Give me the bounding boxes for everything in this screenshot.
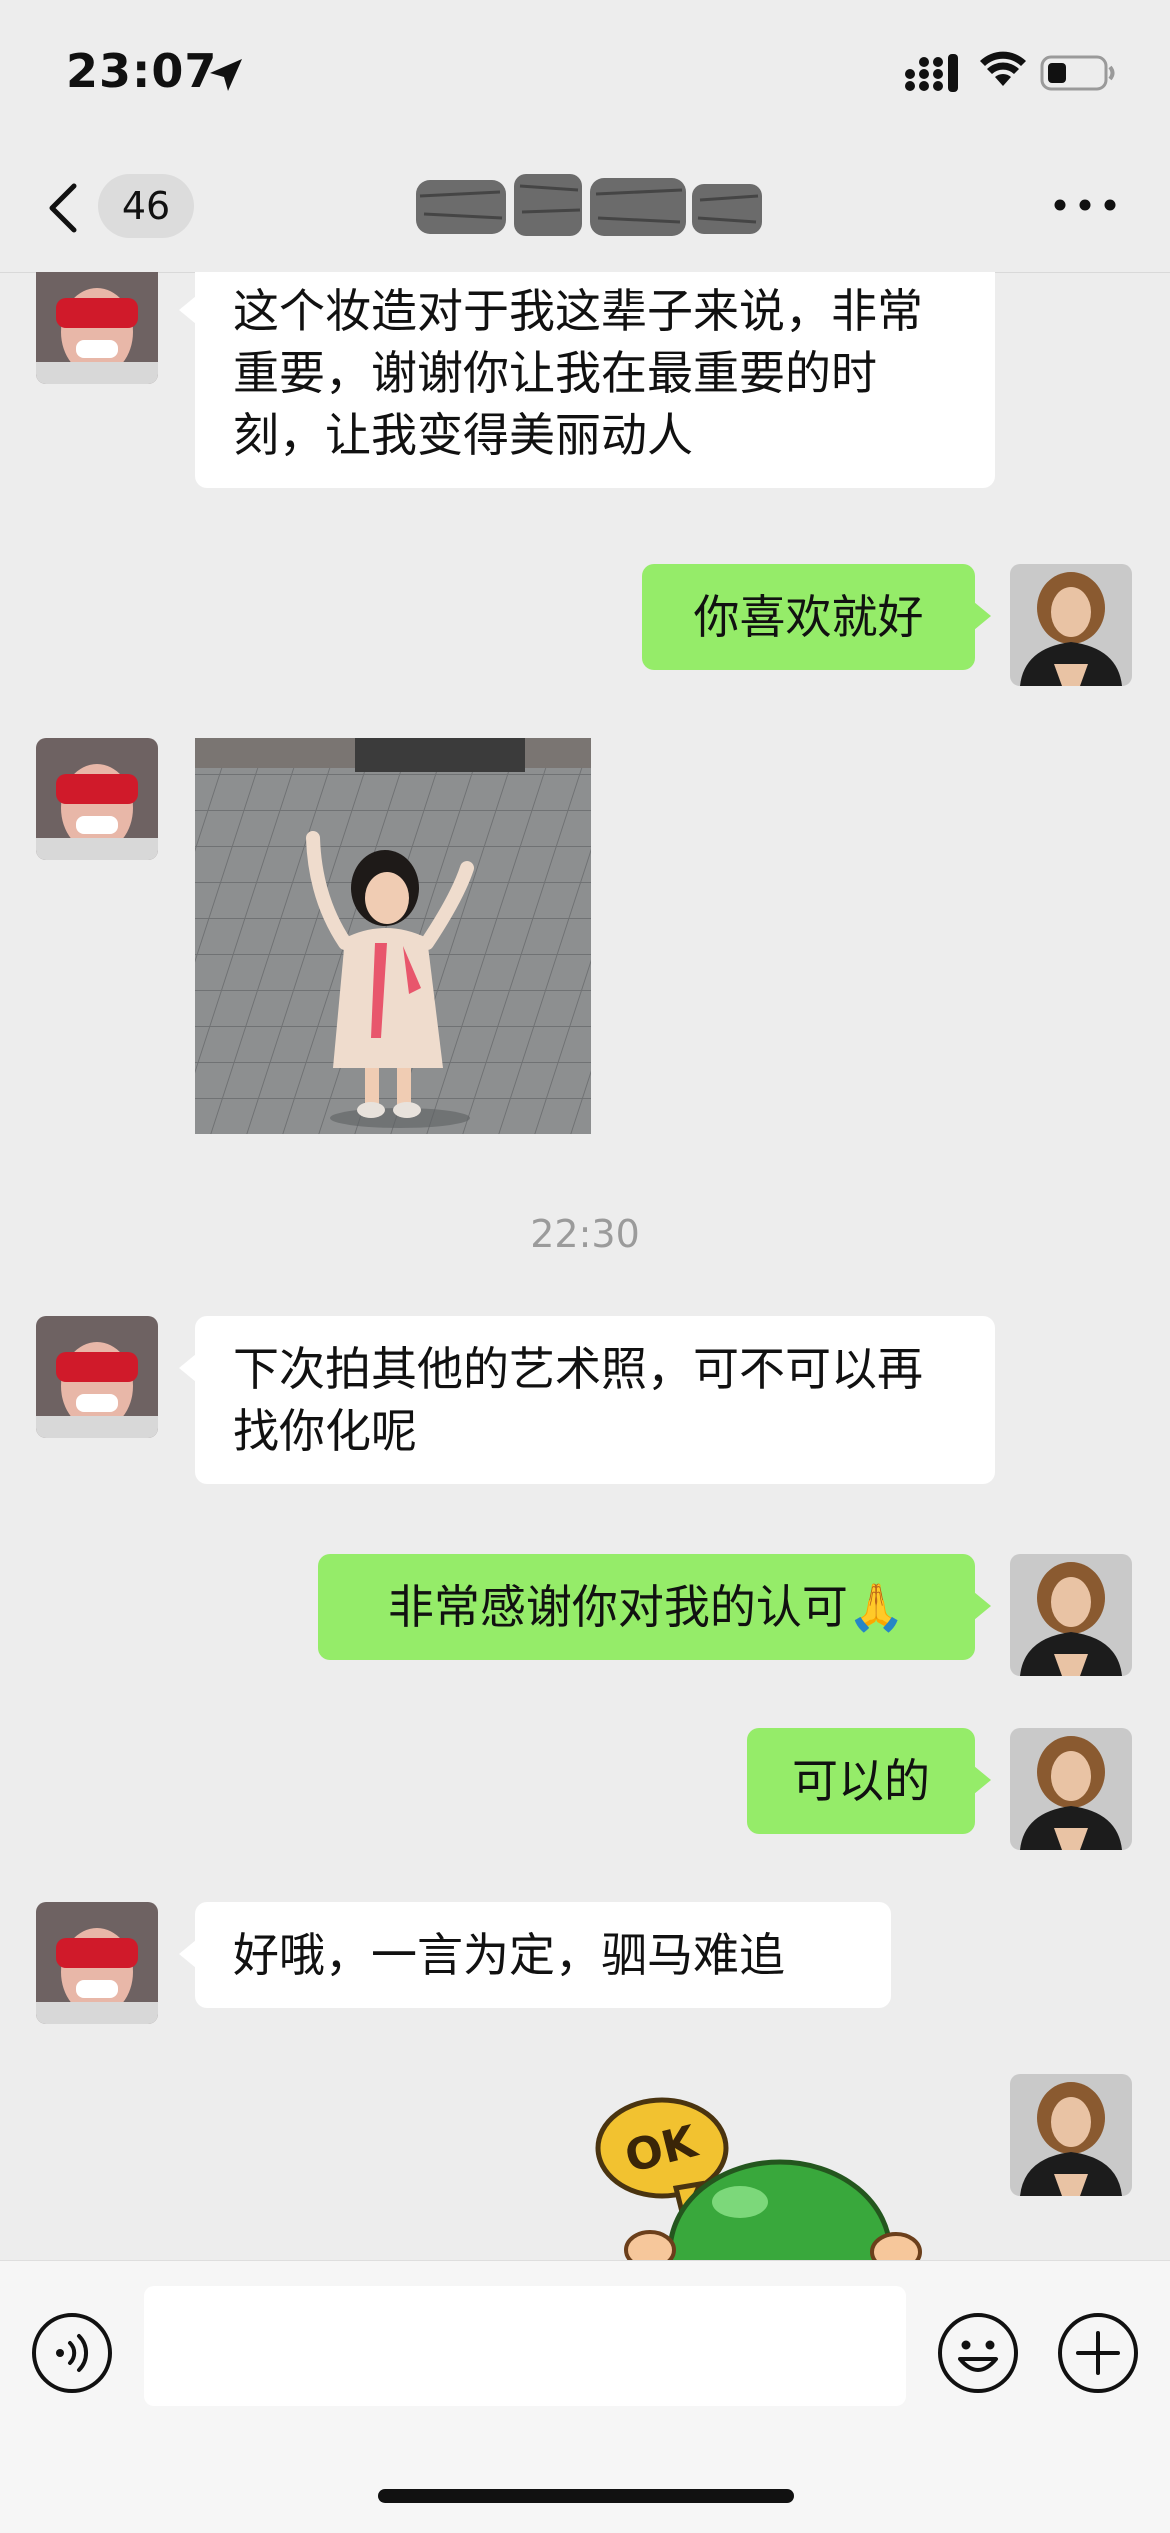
chevron-left-icon[interactable] [36, 178, 96, 238]
message-bubble-incoming[interactable]: 好哦，一言为定，驷马难追 [179, 1902, 891, 2008]
message-bubble-incoming[interactable]: 下次拍其他的艺术照，可不可以再找你化呢 [179, 1316, 995, 1484]
emoji-icon[interactable] [936, 2311, 1020, 2395]
home-indicator [378, 2489, 794, 2503]
my-avatar[interactable] [1010, 564, 1132, 686]
contact-avatar[interactable] [36, 1902, 158, 2024]
unread-count-badge[interactable]: 46 [98, 174, 194, 238]
my-avatar[interactable] [1010, 1728, 1132, 1850]
message-bubble-outgoing[interactable]: 可以的 [747, 1728, 991, 1834]
message-input[interactable] [144, 2286, 906, 2406]
message-bubble-outgoing[interactable]: 非常感谢你对我的认可🙏 [318, 1554, 991, 1660]
signal-icon [905, 54, 958, 92]
battery-icon [1040, 55, 1115, 91]
voice-icon[interactable] [30, 2311, 114, 2395]
chat-header: 46 [0, 140, 1170, 273]
message-list[interactable]: 这个妆造对于我这辈子来说，非常重要，谢谢你让我在最重要的时刻，让我变得美丽动人 … [0, 272, 1170, 2260]
contact-avatar[interactable] [36, 1316, 158, 1438]
my-avatar[interactable] [1010, 1554, 1132, 1676]
image-message[interactable] [195, 738, 591, 1134]
wifi-icon [980, 51, 1026, 86]
my-avatar[interactable] [1010, 2074, 1132, 2196]
plus-icon[interactable] [1056, 2311, 1140, 2395]
input-bar [0, 2260, 1170, 2533]
location-arrow-icon [210, 59, 242, 91]
contact-name-redacted [416, 174, 762, 236]
status-bar: 23:07 [0, 0, 1170, 140]
contact-avatar[interactable] [36, 272, 158, 384]
message-bubble-incoming[interactable]: 这个妆造对于我这辈子来说，非常重要，谢谢你让我在最重要的时刻，让我变得美丽动人 [179, 272, 995, 488]
ok-sticker[interactable]: OK [590, 2092, 950, 2260]
status-time: 23:07 [66, 44, 218, 98]
timestamp: 22:30 [530, 1212, 640, 1256]
contact-avatar[interactable] [36, 738, 158, 860]
more-icon[interactable] [1050, 190, 1120, 220]
message-bubble-outgoing[interactable]: 你喜欢就好 [642, 564, 991, 670]
